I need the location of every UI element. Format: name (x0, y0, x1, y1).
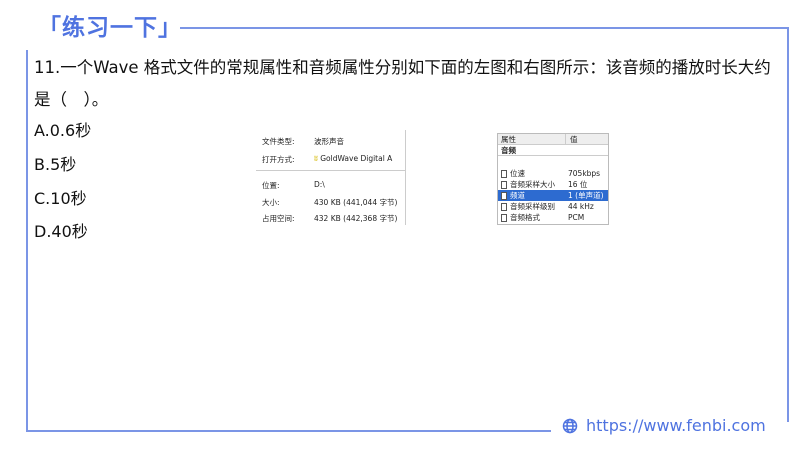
col-header-value: 值 (570, 135, 578, 144)
url-text[interactable]: https://www.fenbi.com (586, 416, 766, 435)
option-b[interactable]: B.5秒 (34, 151, 76, 175)
general-properties-figure: 文件类型: 波形声音 打开方式: ʬ GoldWave Digital A 位置… (256, 130, 406, 225)
option-c[interactable]: C.10秒 (34, 185, 87, 209)
prop-label: 打开方式: (262, 155, 295, 164)
question-text: 11.一个Wave 格式文件的常规属性和音频属性分别如下面的左图和右图所示：该音… (34, 58, 771, 109)
frame-top (180, 27, 789, 29)
list-item: 音频采样大小 16 位 (498, 179, 608, 190)
prop-label: 占用空间: (262, 214, 295, 223)
audio-properties-figure: 属性值 音频 位速 705kbps 音频采样大小 16 位 频道 1 (单声道) 音频… (497, 133, 609, 225)
document-icon (501, 191, 507, 200)
prop-label: 位置: (262, 181, 280, 190)
document-icon (501, 213, 507, 222)
group-header: 音频 (498, 145, 608, 156)
col-header-property: 属性 (498, 134, 566, 144)
document-icon (501, 202, 507, 211)
divider (256, 170, 405, 171)
prop-value: 430 KB (441,044 字节) (314, 198, 398, 207)
list-item: 音频采样级别 44 kHz (498, 201, 608, 212)
list-item-selected: 频道 1 (单声道) (498, 190, 608, 201)
frame-right (787, 27, 789, 422)
prop-value: D:\ (314, 180, 325, 189)
option-a[interactable]: A.0.6秒 (34, 117, 91, 141)
list-item: 位速 705kbps (498, 168, 608, 179)
frame-bottom (26, 430, 551, 432)
prop-value: 波形声音 (314, 137, 344, 146)
footer-url[interactable]: https://www.fenbi.com (562, 416, 766, 435)
prop-value: 432 KB (442,368 字节) (314, 214, 398, 223)
prop-label: 文件类型: (262, 137, 295, 146)
option-d[interactable]: D.40秒 (34, 218, 88, 242)
section-title: 「练习一下」 (38, 15, 182, 41)
globe-icon (562, 418, 578, 433)
list-item: 音频格式 PCM (498, 212, 608, 223)
document-icon (501, 180, 507, 189)
prop-label: 大小: (262, 198, 280, 207)
frame-left (26, 50, 28, 432)
document-icon (501, 169, 507, 178)
prop-value: GoldWave Digital A (320, 154, 393, 163)
